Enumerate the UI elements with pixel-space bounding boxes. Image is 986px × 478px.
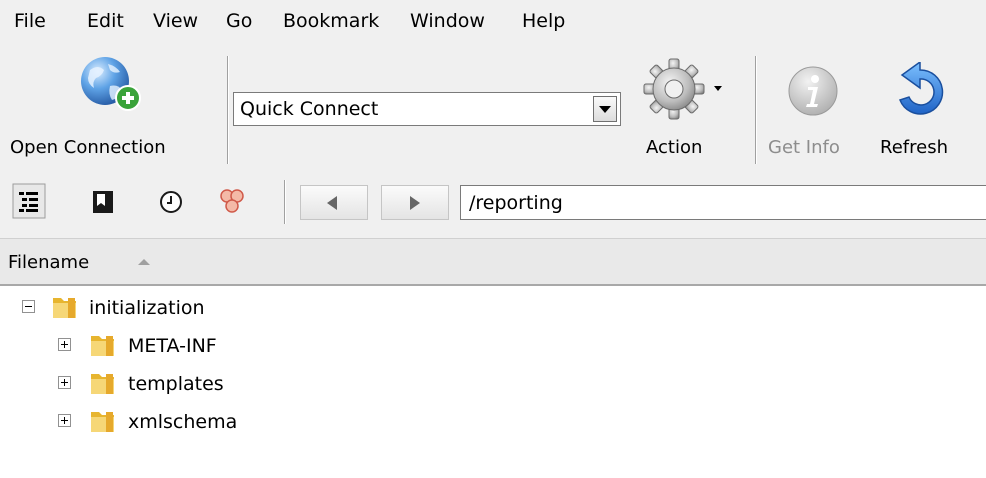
menu-bar: File Edit View Go Bookmark Window Help	[0, 0, 986, 44]
get-info-button[interactable]: Get Info	[766, 56, 862, 164]
tree-item-label: templates	[128, 373, 224, 395]
folder-icon	[91, 336, 114, 356]
menu-file[interactable]: File	[14, 9, 46, 33]
arrow-right-icon	[410, 196, 420, 210]
open-connection-label: Open Connection	[10, 137, 166, 158]
browser-view-icon[interactable]	[12, 183, 46, 219]
expand-toggle[interactable]	[58, 376, 71, 389]
tree-row[interactable]: initialization	[0, 290, 986, 326]
toolbar-separator	[227, 56, 229, 164]
clock-icon[interactable]	[159, 190, 183, 214]
expand-toggle[interactable]	[58, 414, 71, 427]
refresh-label: Refresh	[880, 137, 948, 158]
tree-row[interactable]: xmlschema	[0, 404, 986, 440]
menu-window[interactable]: Window	[410, 9, 485, 33]
menu-go[interactable]: Go	[226, 9, 252, 33]
gear-icon	[643, 58, 722, 120]
bookmark-icon[interactable]	[92, 190, 114, 214]
menu-bookmark[interactable]: Bookmark	[283, 9, 379, 33]
get-info-label: Get Info	[768, 137, 840, 158]
expand-toggle[interactable]	[58, 338, 71, 351]
forward-button[interactable]	[381, 185, 449, 220]
tree-item-label: initialization	[89, 297, 205, 319]
arrow-left-icon	[327, 196, 337, 210]
combo-dropdown-button[interactable]	[593, 96, 617, 122]
file-tree: initialization META-INF templates xmlsch…	[0, 286, 986, 478]
toolbar-separator	[755, 56, 757, 164]
tree-row[interactable]: META-INF	[0, 328, 986, 364]
open-connection-button[interactable]: Open Connection	[10, 56, 215, 164]
column-header: Filename	[0, 238, 986, 286]
menu-edit[interactable]: Edit	[87, 9, 124, 33]
collapse-toggle[interactable]	[22, 300, 35, 313]
menu-help[interactable]: Help	[522, 9, 565, 33]
filename-column-header[interactable]: Filename	[8, 252, 89, 274]
path-input[interactable]: /reporting	[460, 185, 986, 220]
quick-connect-combo[interactable]: Quick Connect	[233, 92, 621, 126]
menu-view[interactable]: View	[153, 9, 198, 33]
back-button[interactable]	[300, 185, 368, 220]
refresh-icon	[899, 62, 944, 115]
chevron-down-icon	[599, 106, 611, 113]
network-icon[interactable]	[218, 187, 246, 215]
refresh-button[interactable]: Refresh	[876, 56, 976, 164]
folder-icon	[53, 298, 76, 318]
folder-icon	[91, 374, 114, 394]
sort-ascending-icon	[138, 259, 150, 265]
path-value: /reporting	[469, 192, 563, 214]
globe-add-icon	[81, 57, 141, 111]
action-label: Action	[646, 137, 703, 158]
action-button[interactable]: Action	[638, 56, 748, 164]
tree-item-label: xmlschema	[128, 411, 238, 433]
navbar-separator	[284, 180, 286, 224]
info-icon	[788, 66, 838, 116]
quick-connect-value: Quick Connect	[240, 98, 379, 120]
tree-item-label: META-INF	[128, 335, 217, 357]
folder-icon	[91, 412, 114, 432]
tree-row[interactable]: templates	[0, 366, 986, 402]
